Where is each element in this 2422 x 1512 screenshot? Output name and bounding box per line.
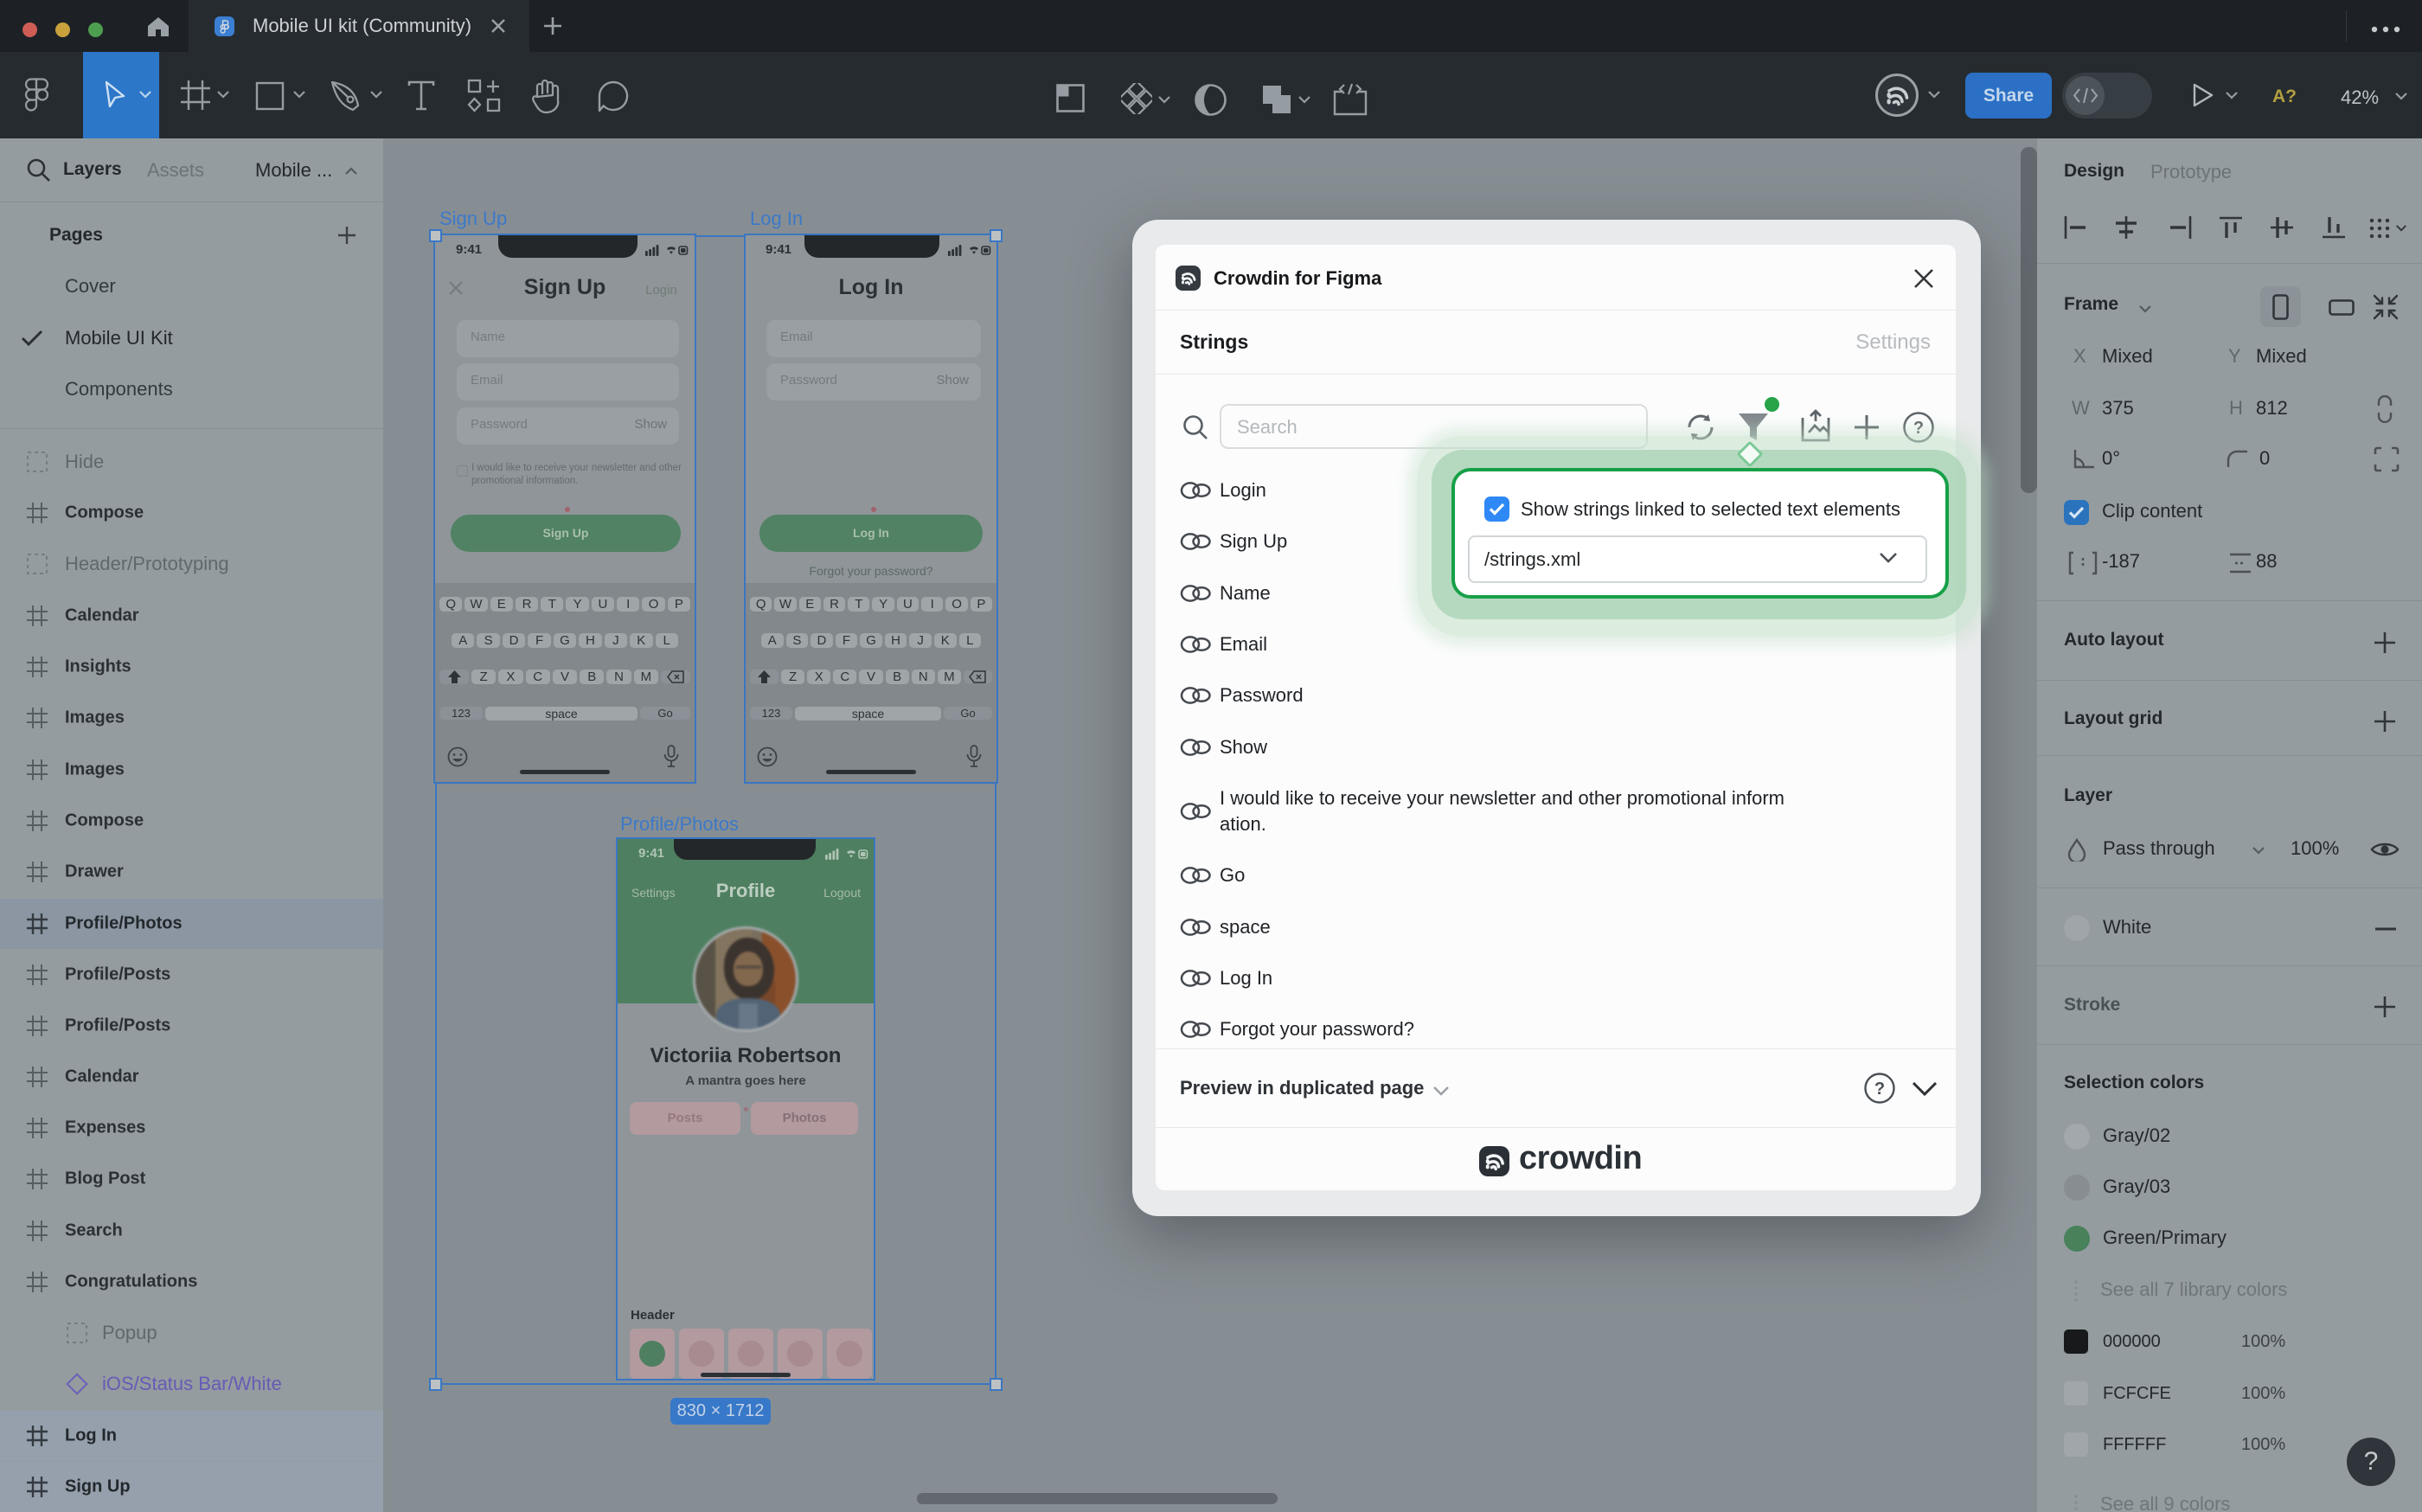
- svg-text:?: ?: [1874, 1080, 1885, 1099]
- svg-text:?: ?: [1913, 419, 1924, 438]
